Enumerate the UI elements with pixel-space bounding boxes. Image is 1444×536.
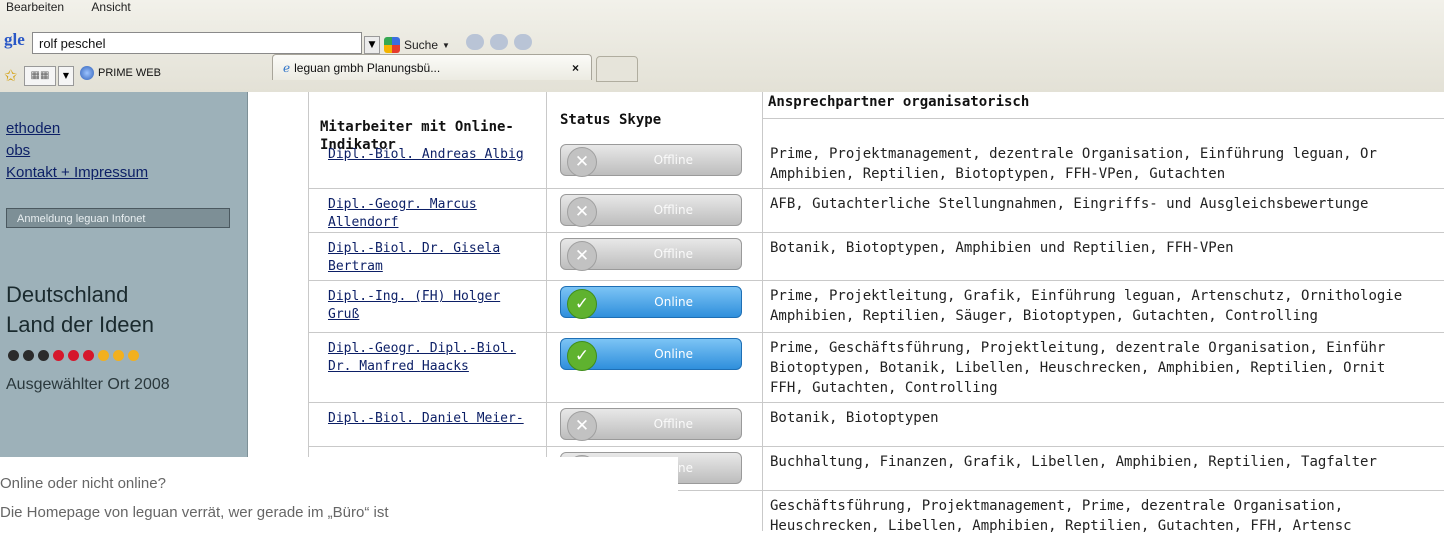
header-contact: Ansprechpartner organisatorisch	[768, 94, 1030, 110]
browser-tab-leguan[interactable]: ℯ leguan gmbh Planungsbü... ×	[272, 54, 592, 80]
contact-topics-line: Prime, Projektleitung, Grafik, Einführun…	[770, 288, 1403, 304]
land-der-ideen-title-2: Land der Ideen	[6, 312, 155, 337]
table-row-divider	[308, 402, 1444, 403]
employee-name-link[interactable]: Dipl.-Biol. Daniel Meier-	[328, 410, 528, 428]
contact-topics-line: Amphibien, Reptilien, Säuger, Biotoptype…	[770, 308, 1318, 324]
x-icon: ✕	[567, 147, 597, 177]
tab-title: leguan gmbh Planungsbü...	[294, 60, 441, 75]
nav-link-methoden[interactable]: ethoden	[6, 120, 60, 137]
contact-topics-line: Biotoptypen, Botanik, Libellen, Heuschre…	[770, 360, 1386, 376]
browser-chrome: Bearbeiten Ansicht gle rolf peschel ▼ Su…	[0, 0, 1444, 93]
menu-item-ansicht[interactable]: Ansicht	[91, 0, 130, 14]
toolbar-icons	[466, 34, 532, 50]
favorite-label: PRIME WEB	[98, 67, 161, 79]
logo-dot	[128, 350, 139, 361]
favorites-bar: ✩ ▦▦ ▼ PRIME WEB	[0, 58, 300, 90]
employee-name-link[interactable]: Dipl.-Biol. Andreas Albig	[328, 146, 528, 164]
skype-status-offline: ✕ Offline	[560, 144, 742, 177]
contact-topics-line: Botanik, Biotoptypen, Amphibien und Rept…	[770, 240, 1234, 256]
contact-topics-line: Buchhaltung, Finanzen, Grafik, Libellen,…	[770, 454, 1377, 470]
logo-dot	[53, 350, 64, 361]
toolbar-button-icon[interactable]	[490, 34, 508, 50]
employee-name-link[interactable]: Dipl.-Ing. (FH) Holger Gruß	[328, 288, 528, 324]
new-tab-button[interactable]	[596, 56, 638, 82]
skype-status-label: Offline	[653, 203, 693, 217]
table-row-divider	[308, 188, 1444, 189]
google-search-input[interactable]: rolf peschel	[32, 32, 362, 54]
logo-dot	[23, 350, 34, 361]
infonet-login-button[interactable]: Anmeldung leguan Infonet	[6, 208, 230, 228]
caption-line-2: Die Homepage von leguan verrät, wer gera…	[0, 504, 389, 521]
check-icon: ✓	[567, 341, 597, 371]
skype-status-label: Offline	[653, 417, 693, 431]
skype-status-online: ✓ Online	[560, 338, 742, 371]
check-icon: ✓	[567, 289, 597, 319]
google-logo: gle	[4, 30, 25, 49]
table-row-divider	[308, 232, 1444, 233]
toolbar-button-icon[interactable]	[514, 34, 532, 50]
x-icon: ✕	[567, 411, 597, 441]
skype-status-online: ✓ Online	[560, 286, 742, 319]
suche-button[interactable]: Suche ▼	[384, 36, 450, 54]
logo-dot	[83, 350, 94, 361]
menu-bar: Bearbeiten Ansicht	[0, 0, 149, 14]
contact-topics-line: Heuschrecken, Libellen, Amphibien, Repti…	[770, 518, 1352, 534]
skype-status-label: Offline	[653, 153, 693, 167]
employee-name-link[interactable]: Dipl.-Geogr. Marcus Allendorf	[328, 196, 528, 232]
favorite-prime-web[interactable]: PRIME WEB	[80, 66, 161, 80]
add-favorite-star-icon[interactable]: ✩	[4, 66, 17, 85]
skype-status-label: Offline	[653, 247, 693, 261]
chevron-down-icon: ▼	[442, 40, 450, 50]
sidebar: ethoden obs Kontakt + Impressum Anmeldun…	[0, 92, 248, 457]
skype-status-label: Online	[654, 295, 693, 309]
skype-status-offline: ✕ Offline	[560, 408, 742, 441]
nav-link-jobs[interactable]: obs	[6, 142, 30, 159]
caption-line-1: Online oder nicht online?	[0, 475, 166, 492]
ausgewaehlter-ort-label: Ausgewählter Ort 2008	[6, 376, 170, 393]
employee-name-link[interactable]: Dipl.-Biol. Dr. Gisela Bertram	[328, 240, 528, 276]
contact-topics-line: FFH, Gutachten, Controlling	[770, 380, 998, 396]
tab-grid-icon[interactable]: ▦▦	[24, 66, 56, 86]
google-icon	[384, 37, 400, 53]
prime-web-icon	[80, 66, 94, 80]
search-dropdown-icon[interactable]: ▼	[364, 36, 380, 54]
table-grid-line	[762, 118, 1444, 119]
logo-dot	[38, 350, 49, 361]
close-tab-icon[interactable]: ×	[572, 61, 579, 75]
logo-dot	[98, 350, 109, 361]
x-icon: ✕	[567, 241, 597, 271]
table-row-divider	[308, 332, 1444, 333]
land-der-ideen-logo-dots	[8, 350, 139, 361]
contact-topics-line: AFB, Gutachterliche Stellungnahmen, Eing…	[770, 196, 1369, 212]
contact-topics-line: Prime, Projektmanagement, dezentrale Org…	[770, 146, 1377, 162]
toolbar-button-icon[interactable]	[466, 34, 484, 50]
nav-link-kontakt[interactable]: Kontakt + Impressum	[6, 164, 148, 181]
table-grid-line	[762, 92, 763, 531]
table-row-divider	[308, 446, 1444, 447]
contact-topics-line: Botanik, Biotoptypen	[770, 410, 939, 426]
x-icon: ✕	[567, 197, 597, 227]
skype-status-offline: ✕ Offline	[560, 238, 742, 271]
suche-button-label: Suche	[404, 38, 439, 52]
chevron-down-icon[interactable]: ▼	[58, 66, 74, 86]
table-row-divider	[308, 280, 1444, 281]
skype-status-label: Online	[654, 347, 693, 361]
caption: Online oder nicht online? Die Homepage v…	[0, 457, 678, 531]
employee-name-link[interactable]: Dipl.-Geogr. Dipl.-Biol. Dr. Manfred Haa…	[328, 340, 528, 376]
menu-item-bearbeiten[interactable]: Bearbeiten	[6, 0, 64, 14]
logo-dot	[68, 350, 79, 361]
logo-dot	[113, 350, 124, 361]
skype-status-offline: ✕ Offline	[560, 194, 742, 227]
contact-topics-line: Prime, Geschäftsführung, Projektleitung,…	[770, 340, 1386, 356]
contact-topics-line: Geschäftsführung, Projektmanagement, Pri…	[770, 498, 1344, 514]
contact-topics-line: Amphibien, Reptilien, Biotoptypen, FFH-V…	[770, 166, 1226, 182]
header-status: Status Skype	[560, 112, 662, 128]
ie-page-icon: ℯ	[283, 60, 291, 75]
logo-dot	[8, 350, 19, 361]
land-der-ideen-title-1: Deutschland	[6, 282, 129, 307]
